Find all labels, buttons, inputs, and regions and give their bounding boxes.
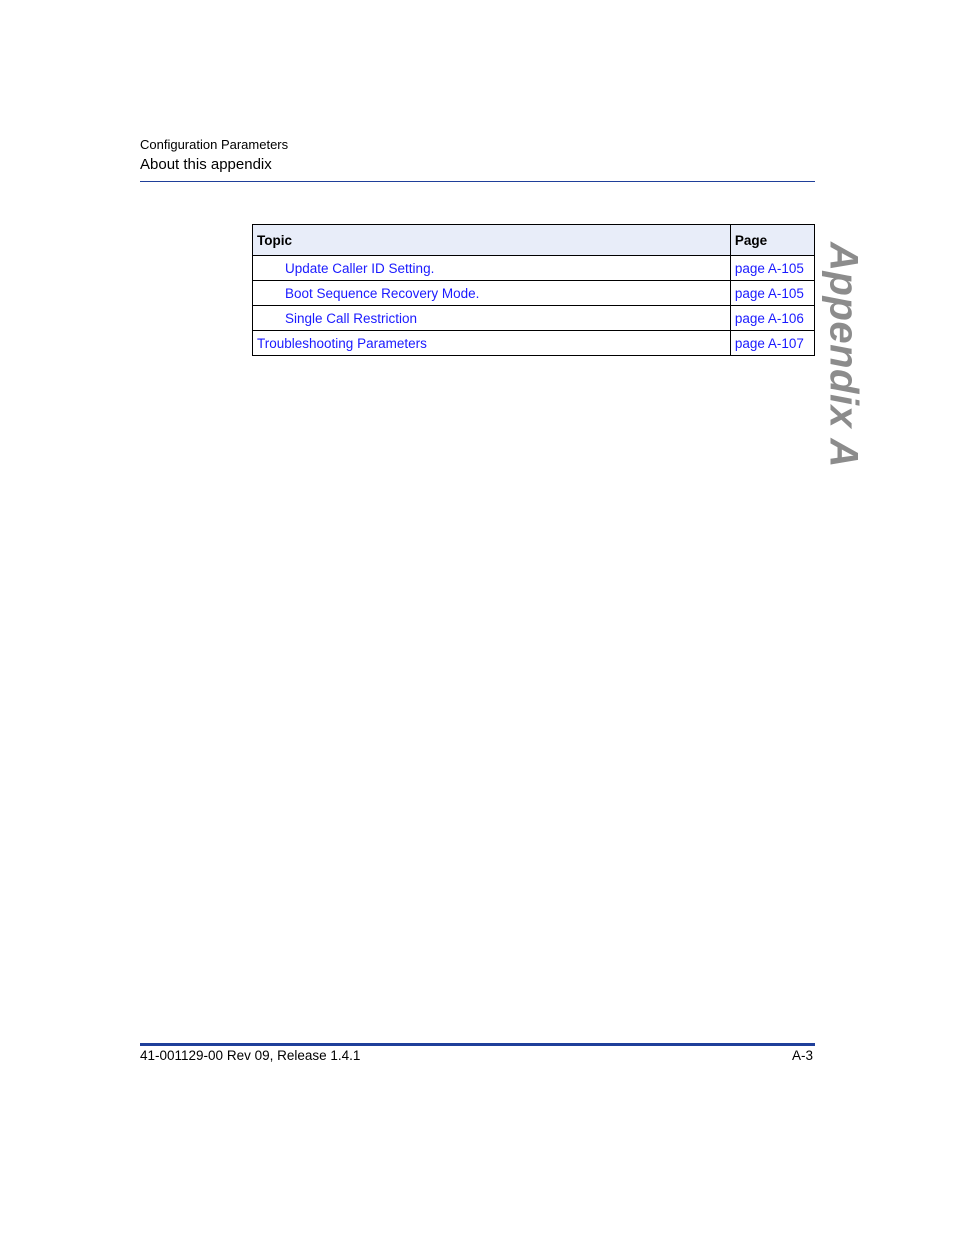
page-cell: page A-105 [729,255,816,281]
column-header-topic: Topic [252,224,731,256]
page-link[interactable]: page A-106 [735,311,804,326]
topic-link-troubleshooting-parameters[interactable]: Troubleshooting Parameters [257,336,427,351]
page-cell: page A-107 [729,330,816,356]
table-row: Boot Sequence Recovery Mode. page A-105 [252,280,816,306]
appendix-side-tab: Appendix A [818,242,868,468]
topic-cell: Single Call Restriction [252,305,731,331]
topic-link-update-caller-id-setting[interactable]: Update Caller ID Setting. [257,261,434,276]
topic-cell: Troubleshooting Parameters [252,330,731,356]
footer-divider [140,1043,815,1046]
page-link[interactable]: page A-107 [735,336,804,351]
chapter-title: Configuration Parameters [140,137,289,152]
page-cell: page A-106 [729,305,816,331]
running-header: Configuration Parameters About this appe… [140,137,815,174]
page-cell: page A-105 [729,280,816,306]
column-header-page: Page [729,224,816,256]
table-row: Single Call Restriction page A-106 [252,305,816,331]
page-link[interactable]: page A-105 [735,261,804,276]
topic-cell: Update Caller ID Setting. [252,255,731,281]
topic-cell: Boot Sequence Recovery Mode. [252,280,731,306]
table-header-row: Topic Page [252,224,816,256]
header-divider [140,181,815,182]
page-link[interactable]: page A-105 [735,286,804,301]
topic-table: Topic Page Update Caller ID Setting. pag… [252,224,816,356]
page-number: A-3 [791,1048,813,1063]
appendix-label: Appendix A [821,242,866,468]
document-id: 41-001129-00 Rev 09, Release 1.4.1 [140,1048,361,1063]
table-row: Update Caller ID Setting. page A-105 [252,255,816,281]
section-title: About this appendix [140,156,272,173]
topic-link-boot-sequence-recovery-mode[interactable]: Boot Sequence Recovery Mode. [257,286,479,301]
topic-link-single-call-restriction[interactable]: Single Call Restriction [257,311,417,326]
table-row: Troubleshooting Parameters page A-107 [252,330,816,356]
